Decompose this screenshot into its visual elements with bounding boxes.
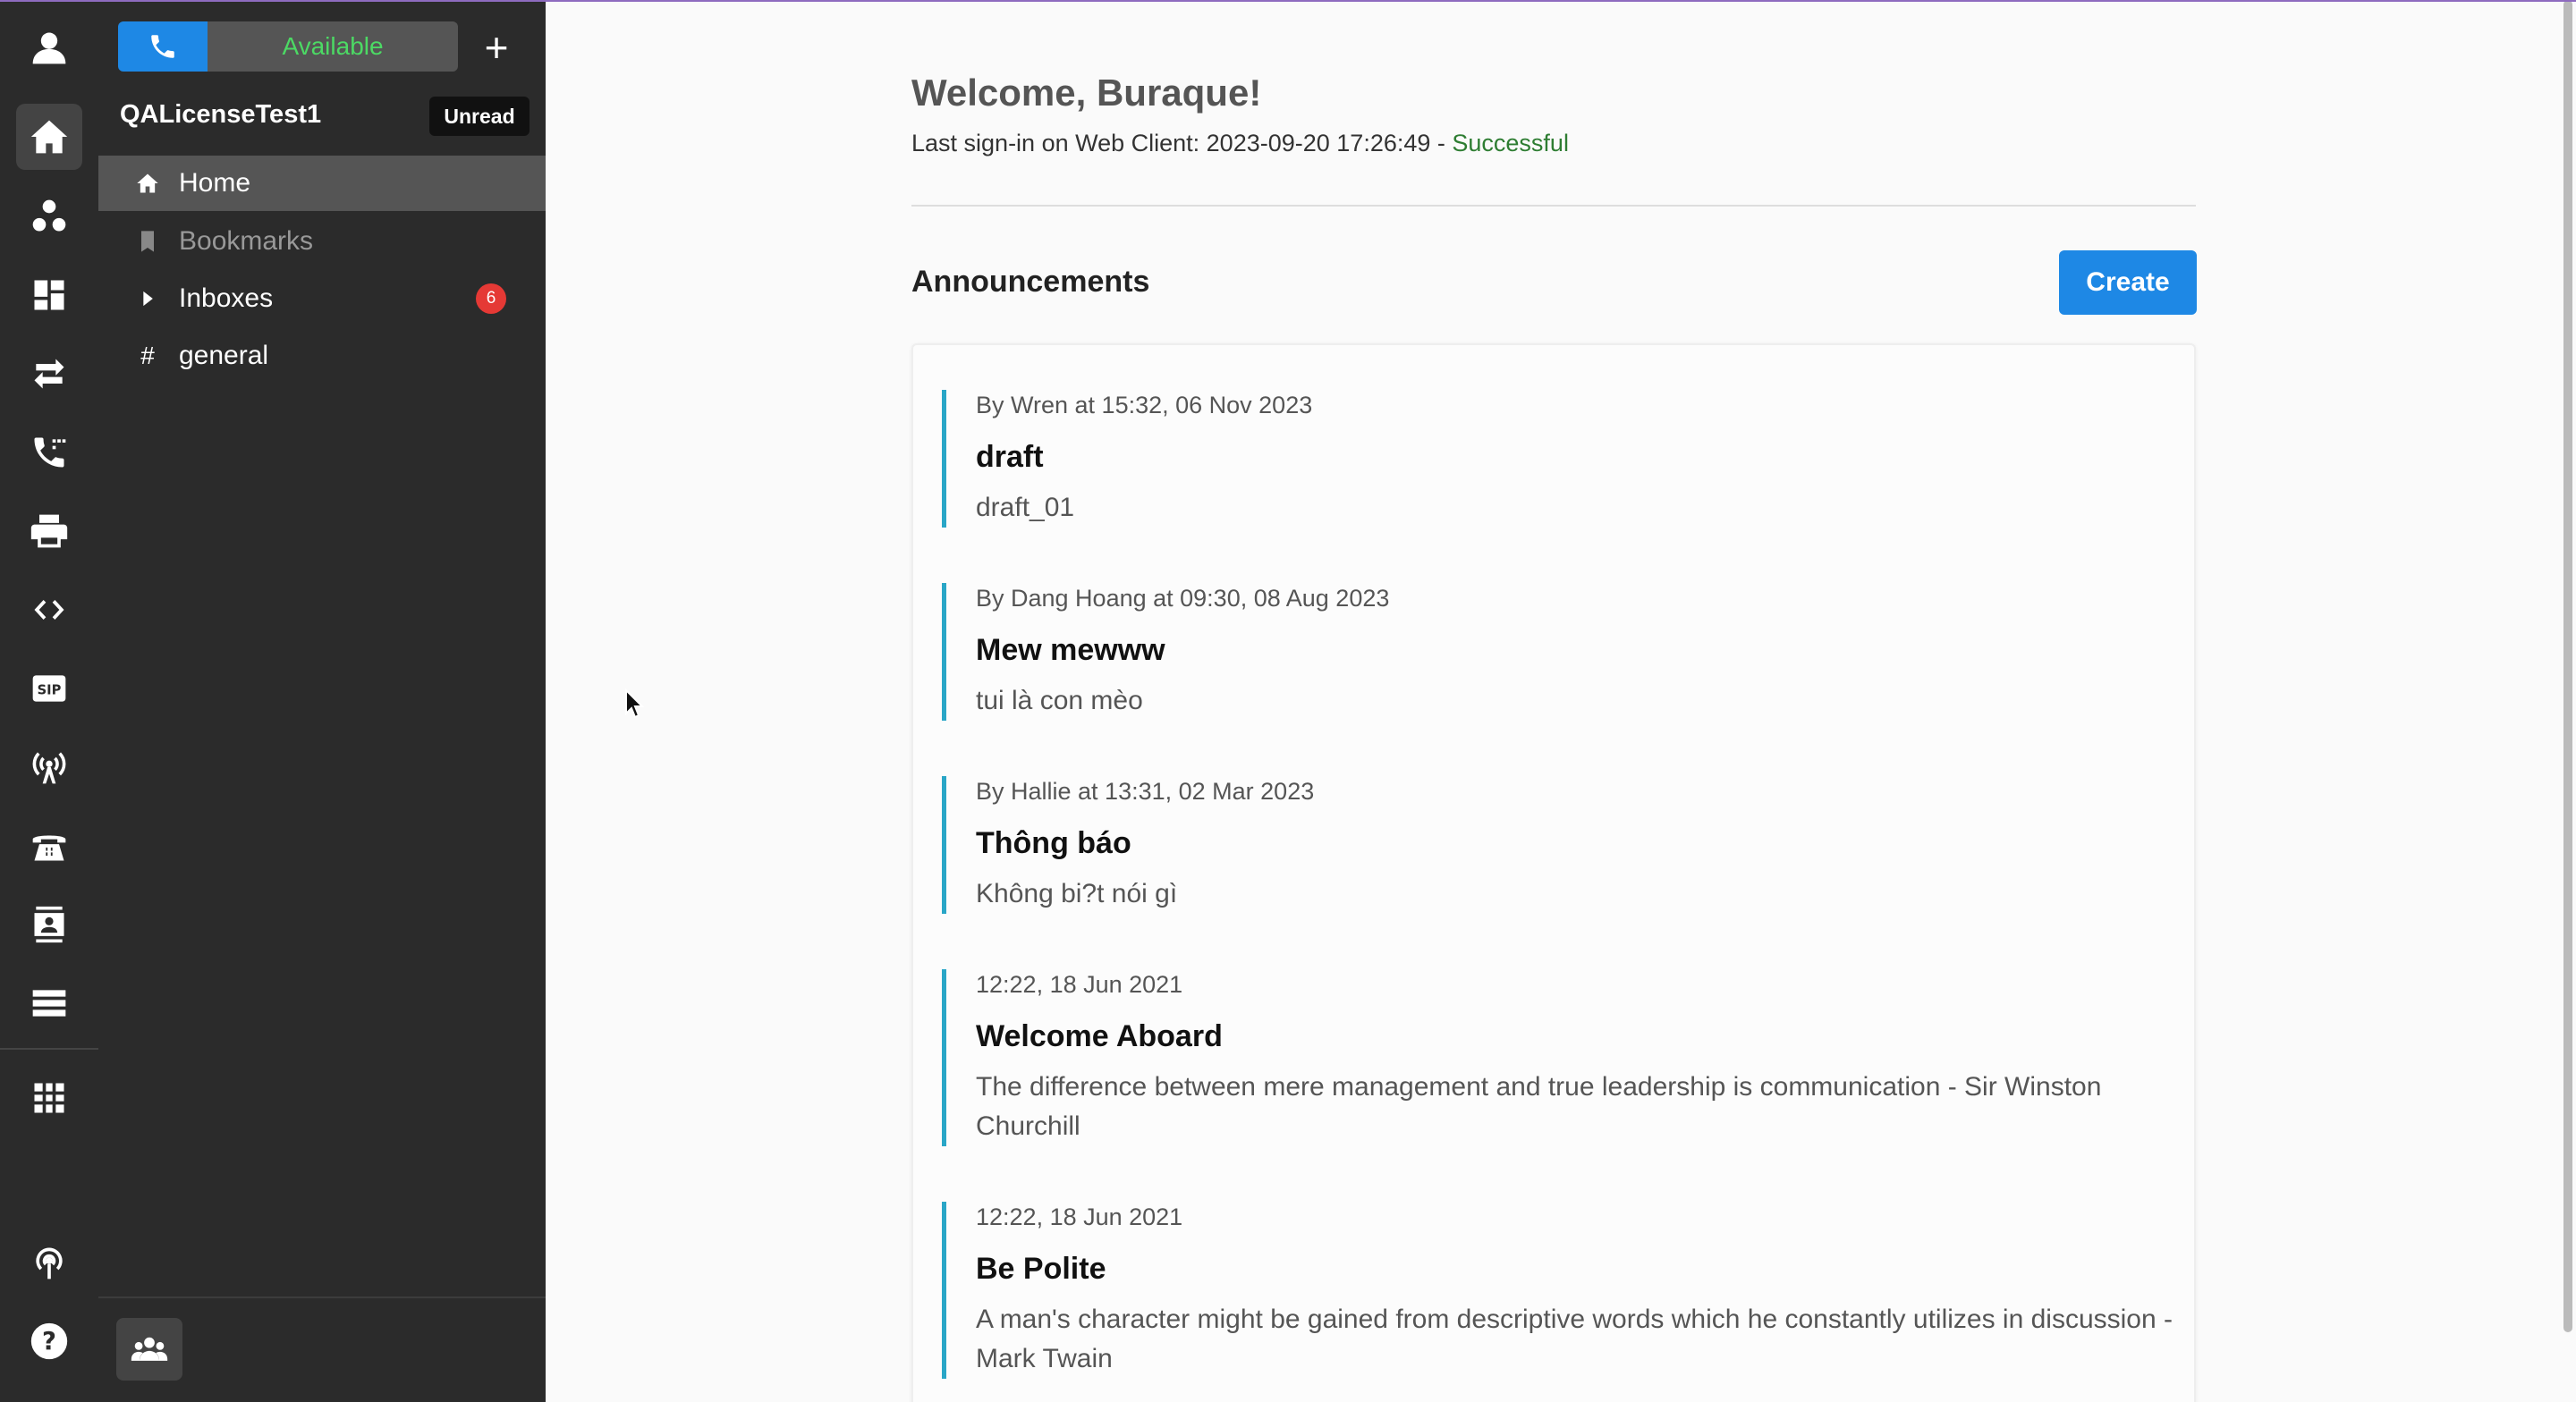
- call-log-icon[interactable]: [16, 419, 82, 486]
- team-directory-button[interactable]: [116, 1318, 182, 1381]
- phone-icon: [151, 35, 174, 58]
- nav-item-label: Bookmarks: [179, 226, 314, 256]
- home-icon[interactable]: [16, 104, 82, 170]
- announcement-item[interactable]: By Wren at 15:32, 06 Nov 2023 draft draf…: [942, 390, 2176, 528]
- announcement-meta: By Dang Hoang at 09:30, 08 Aug 2023: [976, 585, 1390, 612]
- announcement-meta: By Wren at 15:32, 06 Nov 2023: [976, 392, 1313, 418]
- help-icon[interactable]: ?: [16, 1308, 82, 1374]
- nav-item-label: general: [179, 341, 269, 370]
- last-signin-text: Last sign-in on Web Client: 2023-09-20 1…: [911, 130, 1569, 157]
- announcement-title: Thông báo: [976, 826, 1131, 860]
- mouse-cursor-icon: [625, 688, 645, 719]
- announcement-title: Be Polite: [976, 1252, 1106, 1286]
- unread-filter-button[interactable]: Unread: [429, 97, 530, 136]
- announcement-body: Không bi?t nói gì: [976, 879, 1178, 908]
- desk-phone-icon[interactable]: [16, 813, 82, 879]
- nav-item-inboxes[interactable]: Inboxes 6: [98, 271, 546, 326]
- page-scrollbar[interactable]: [2563, 0, 2572, 1332]
- top-accent-line: [0, 0, 2576, 2]
- svg-text:SIP: SIP: [38, 682, 62, 697]
- add-button[interactable]: +: [474, 25, 519, 70]
- announcement-meta: 12:22, 18 Jun 2021: [976, 971, 1183, 998]
- account-name: QALicenseTest1: [120, 100, 322, 129]
- channel-sidebar: Available + QALicenseTest1 Unread Home B…: [98, 0, 546, 1402]
- fax-icon[interactable]: [16, 498, 82, 564]
- dashboard-icon[interactable]: [16, 262, 82, 328]
- unread-count-badge: 6: [476, 283, 506, 314]
- icon-rail: SIP ?: [0, 0, 98, 1402]
- announcement-title: draft: [976, 440, 1044, 474]
- developer-icon[interactable]: [16, 577, 82, 643]
- list-icon[interactable]: [16, 970, 82, 1036]
- welcome-heading: Welcome, Buraque!: [911, 72, 1262, 114]
- podcast-icon[interactable]: [16, 1229, 82, 1296]
- dialer-button[interactable]: [118, 21, 208, 72]
- announcement-meta: 12:22, 18 Jun 2021: [976, 1204, 1183, 1230]
- nav-item-general[interactable]: # general: [98, 328, 546, 384]
- broadcast-tower-icon[interactable]: [16, 734, 82, 800]
- rail-divider: [0, 1048, 98, 1050]
- announcement-title: Welcome Aboard: [976, 1019, 1223, 1053]
- nav-item-label: Home: [179, 168, 251, 198]
- announcement-item[interactable]: 12:22, 18 Jun 2021 Be Polite A man's cha…: [942, 1202, 2176, 1379]
- nav-item-label: Inboxes: [179, 283, 274, 313]
- caret-right-icon[interactable]: [134, 285, 161, 312]
- announcement-meta: By Hallie at 13:31, 02 Mar 2023: [976, 778, 1315, 805]
- announcement-body: A man's character might be gained from d…: [976, 1305, 2174, 1373]
- announcement-body: The difference between mere management a…: [976, 1072, 2102, 1141]
- nav-item-bookmarks[interactable]: Bookmarks: [98, 214, 546, 269]
- teams-icon[interactable]: [16, 183, 82, 249]
- announcement-body: draft_01: [976, 493, 1075, 522]
- last-signin-info: Last sign-in on Web Client: 2023-09-20 1…: [911, 130, 1453, 156]
- announcement-body: tui là con mèo: [976, 686, 1143, 715]
- announcements-heading: Announcements: [911, 265, 1150, 299]
- people-icon: [131, 1337, 168, 1361]
- transfer-icon[interactable]: [16, 341, 82, 407]
- bookmark-icon: [134, 228, 161, 255]
- announcement-item[interactable]: By Hallie at 13:31, 02 Mar 2023 Thông bá…: [942, 776, 2176, 914]
- hash-icon: #: [140, 342, 155, 369]
- header-divider: [911, 205, 2196, 207]
- create-announcement-button[interactable]: Create: [2059, 250, 2197, 315]
- announcements-card: By Wren at 15:32, 06 Nov 2023 draft draf…: [911, 343, 2196, 1402]
- home-icon: [134, 170, 161, 197]
- main-content: Welcome, Buraque! Last sign-in on Web Cl…: [546, 0, 2576, 1402]
- svg-text:?: ?: [42, 1327, 56, 1356]
- apps-grid-icon[interactable]: [16, 1065, 82, 1131]
- announcement-title: Mew mewww: [976, 633, 1165, 667]
- contacts-icon[interactable]: [16, 891, 82, 958]
- sidebar-divider: [98, 1296, 546, 1298]
- sip-icon[interactable]: SIP: [16, 655, 82, 722]
- announcement-item[interactable]: 12:22, 18 Jun 2021 Welcome Aboard The di…: [942, 969, 2176, 1146]
- nav-item-home[interactable]: Home: [98, 156, 546, 211]
- signin-status: Successful: [1452, 130, 1569, 156]
- announcement-item[interactable]: By Dang Hoang at 09:30, 08 Aug 2023 Mew …: [942, 583, 2176, 721]
- profile-icon[interactable]: [16, 14, 82, 80]
- presence-status-dropdown[interactable]: Available: [208, 21, 458, 72]
